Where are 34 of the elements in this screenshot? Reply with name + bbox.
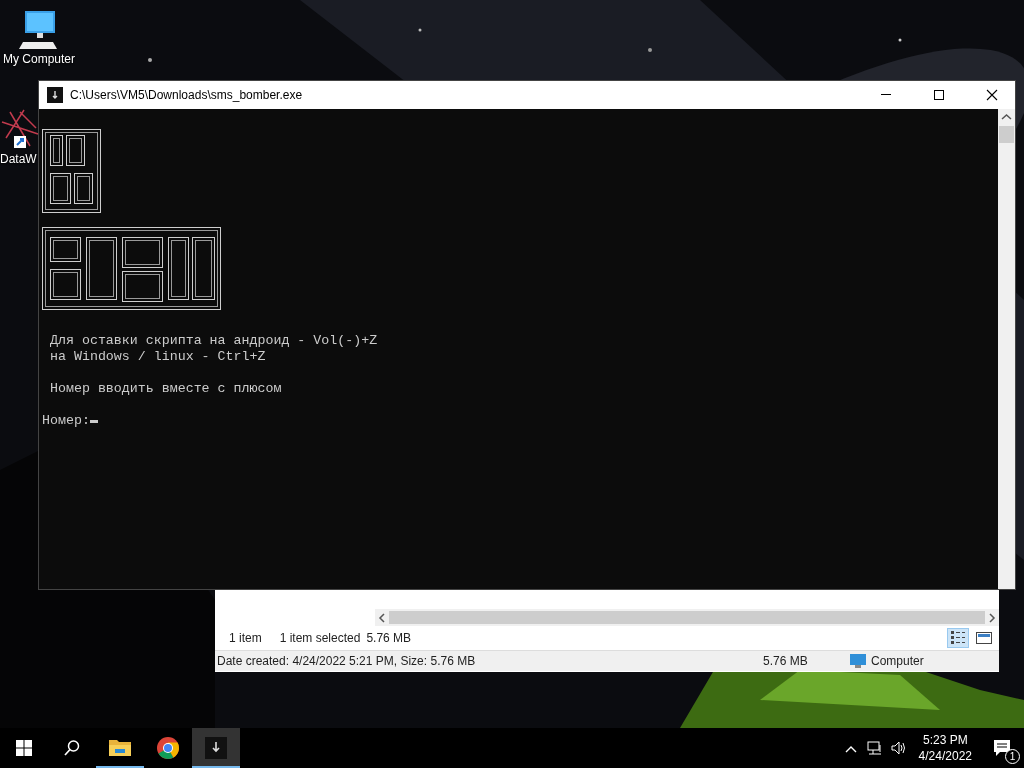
horizontal-scrollbar[interactable] (375, 609, 999, 626)
prompt-text: Номер: (42, 413, 90, 429)
icon-label[interactable]: DataW (0, 152, 37, 166)
computer-icon (849, 653, 867, 669)
text-cursor (89, 419, 98, 423)
taskbar-app-button[interactable] (192, 728, 240, 768)
window-title: C:\Users\VM5\Downloads\sms_bomber.exe (70, 87, 304, 104)
windows-logo-icon[interactable] (16, 740, 32, 756)
browser-icon (156, 736, 180, 760)
vertical-scrollbar[interactable] (998, 109, 1015, 589)
network-icon[interactable] (866, 740, 883, 756)
icon-label[interactable]: My Computer (3, 52, 75, 66)
status-text: 1 item (229, 630, 262, 647)
console-text: на Windows / linux - Ctrl+Z (50, 349, 267, 365)
notification-button[interactable]: 1 (980, 728, 1024, 768)
search-icon[interactable] (63, 739, 81, 757)
clock-time[interactable]: 5:23 PM (918, 732, 972, 748)
console-app-icon (204, 736, 228, 760)
notification-count: 1 (1005, 749, 1020, 764)
size-text: 5.76 MB (763, 653, 809, 670)
scrollbar-thumb[interactable] (999, 126, 1014, 143)
status-text: 1 item selected (279, 630, 361, 647)
message-icon (992, 738, 1012, 758)
volume-icon[interactable] (890, 740, 907, 756)
console-app-icon (47, 87, 63, 103)
console-text: Номер вводить вместе с плюсом (50, 381, 283, 397)
status-text: 5.76 MB (366, 630, 412, 647)
maximize-icon[interactable] (933, 89, 945, 101)
scrollbar-thumb[interactable] (389, 611, 985, 624)
close-icon[interactable] (986, 89, 998, 101)
location-text: Computer (871, 653, 924, 670)
clock-date[interactable]: 4/24/2022 (918, 748, 972, 764)
console-text: Для оставки скрипта на андроид - Vol(-)+Z (50, 333, 379, 349)
details-text: Date created: 4/24/2022 5:21 PM, Size: 5.76 MB (217, 653, 476, 670)
